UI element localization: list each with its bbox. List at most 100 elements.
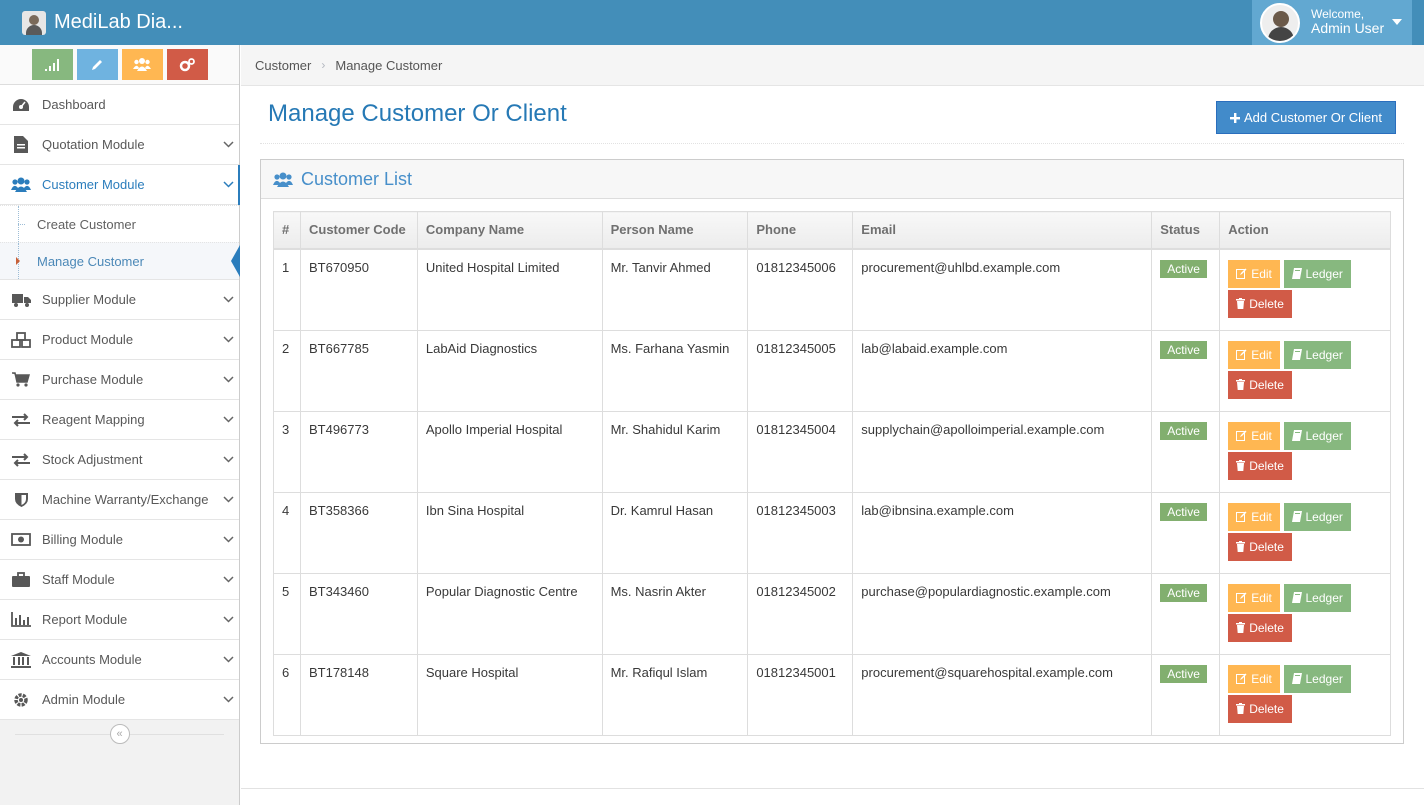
cell-company-name: Square Hospital	[416, 653, 603, 736]
delete-label: Delete	[1249, 539, 1284, 554]
delete-button[interactable]: Delete	[1228, 370, 1292, 399]
trash-icon	[1236, 379, 1246, 390]
edit-button[interactable]: Edit	[1228, 583, 1280, 612]
edit-button[interactable]: Edit	[1228, 421, 1280, 450]
avatar	[1260, 2, 1300, 43]
delete-button[interactable]: Delete	[1228, 613, 1292, 642]
cell-company-name: United Hospital Limited	[416, 248, 603, 331]
users-shortcut-button[interactable]	[121, 49, 163, 80]
sidebar: Dashboard Quotation Module Customer Modu…	[0, 45, 240, 805]
sidebar-subitem-manage-customer[interactable]: Manage Customer	[0, 242, 240, 279]
dashboard-icon	[0, 97, 42, 113]
edit-label: Edit	[1251, 428, 1272, 443]
pencil-shortcut-button[interactable]	[76, 49, 118, 80]
ledger-label: Ledger	[1305, 590, 1343, 605]
edit-icon	[1236, 268, 1247, 279]
pencil-icon	[91, 60, 102, 70]
sidebar-shortcuts	[0, 45, 239, 85]
brand[interactable]: MediLab Dia...	[22, 0, 183, 45]
user-menu[interactable]: Welcome, Admin User	[1252, 0, 1412, 45]
edit-button[interactable]: Edit	[1228, 502, 1280, 531]
widget-title: Customer List	[301, 168, 413, 189]
ledger-label: Ledger	[1305, 266, 1343, 281]
cell-email: purchase@populardiagnostic.example.com	[852, 572, 1153, 655]
chevron-down-icon	[217, 456, 239, 463]
delete-button[interactable]: Delete	[1228, 289, 1292, 318]
book-icon	[1291, 673, 1302, 684]
trash-icon	[1236, 703, 1246, 714]
cell-customer-code: BT358366	[299, 491, 418, 574]
cell-phone: 01812345006	[747, 248, 854, 331]
ledger-button[interactable]: Ledger	[1283, 502, 1351, 531]
edit-button[interactable]: Edit	[1228, 340, 1280, 369]
ledger-button[interactable]: Ledger	[1283, 583, 1351, 612]
chevron-down-icon	[217, 376, 239, 383]
delete-button[interactable]: Delete	[1228, 451, 1292, 480]
sidebar-item-label: Product Module	[42, 332, 134, 347]
exchange-icon	[0, 412, 42, 427]
double-angle-left-icon[interactable]: «	[109, 724, 130, 744]
cog-icon	[0, 692, 42, 708]
sidebar-item-product[interactable]: Product Module	[0, 320, 239, 360]
user-name: Admin User	[1311, 20, 1385, 37]
cell-email: procurement@squarehospital.example.com	[852, 653, 1153, 736]
chevron-down-icon	[217, 576, 239, 583]
status-badge: Active	[1160, 583, 1207, 602]
cell-customer-code: BT667785	[299, 329, 418, 412]
sidebar-item-purchase[interactable]: Purchase Module	[0, 360, 239, 400]
sidebar-nav: Dashboard Quotation Module Customer Modu…	[0, 85, 240, 720]
ledger-button[interactable]: Ledger	[1283, 421, 1351, 450]
sidebar-item-label: Purchase Module	[42, 372, 144, 387]
sidebar-item-machine-warranty[interactable]: Machine Warranty/Exchange	[0, 480, 239, 520]
edit-icon	[1236, 430, 1247, 441]
sidebar-item-label: Dashboard	[42, 97, 106, 112]
trash-icon	[1236, 298, 1246, 309]
cell-action: Edit Ledger Delete	[1219, 329, 1391, 412]
column-header: Phone	[747, 211, 854, 250]
cell-status: Active	[1151, 572, 1221, 655]
widget-header: Customer List	[261, 160, 1403, 199]
delete-button[interactable]: Delete	[1228, 532, 1292, 561]
delete-label: Delete	[1249, 701, 1284, 716]
breadcrumb-item-customer[interactable]: Customer	[255, 58, 311, 73]
sidebar-item-billing[interactable]: Billing Module	[0, 520, 239, 560]
edit-button[interactable]: Edit	[1228, 259, 1280, 288]
cell-person-name: Dr. Kamrul Hasan	[601, 491, 749, 574]
chevron-down-icon	[217, 141, 239, 148]
add-customer-button[interactable]: Add Customer Or Client	[1216, 101, 1396, 134]
sidebar-item-accounts[interactable]: Accounts Module	[0, 640, 239, 680]
briefcase-icon	[0, 572, 42, 587]
cell-email: supplychain@apolloimperial.example.com	[852, 410, 1153, 493]
ledger-button[interactable]: Ledger	[1283, 259, 1351, 288]
sidebar-item-label: Quotation Module	[42, 137, 145, 152]
cell-action: Edit Ledger Delete	[1219, 248, 1391, 331]
sidebar-item-admin[interactable]: Admin Module	[0, 680, 239, 720]
table-row: 6 BT178148 Square Hospital Mr. Rafiqul I…	[273, 653, 1391, 736]
sidebar-item-staff[interactable]: Staff Module	[0, 560, 239, 600]
cell-customer-code: BT496773	[299, 410, 418, 493]
ledger-label: Ledger	[1305, 671, 1343, 686]
cell-company-name: Popular Diagnostic Centre	[416, 572, 603, 655]
sidebar-item-stock-adjustment[interactable]: Stock Adjustment	[0, 440, 239, 480]
sidebar-item-supplier[interactable]: Supplier Module	[0, 280, 239, 320]
cell-email: lab@ibnsina.example.com	[852, 491, 1153, 574]
ledger-button[interactable]: Ledger	[1283, 664, 1351, 693]
cogs-shortcut-button[interactable]	[166, 49, 208, 80]
cell-action: Edit Ledger Delete	[1219, 410, 1391, 493]
sidebar-subitem-create-customer[interactable]: Create Customer	[0, 205, 239, 242]
status-badge: Active	[1160, 259, 1207, 278]
status-badge: Active	[1160, 664, 1207, 683]
ledger-button[interactable]: Ledger	[1283, 340, 1351, 369]
sidebar-item-customer[interactable]: Customer Module	[0, 165, 240, 205]
cell-index: 2	[273, 329, 301, 412]
footer-divider	[241, 788, 1424, 789]
sidebar-item-quotation[interactable]: Quotation Module	[0, 125, 239, 165]
cell-phone: 01812345005	[747, 329, 854, 412]
edit-button[interactable]: Edit	[1228, 664, 1280, 693]
sidebar-item-dashboard[interactable]: Dashboard	[0, 85, 239, 125]
sidebar-item-report[interactable]: Report Module	[0, 600, 239, 640]
delete-button[interactable]: Delete	[1228, 694, 1292, 723]
sidebar-item-reagent-mapping[interactable]: Reagent Mapping	[0, 400, 239, 440]
customer-submenu: Create Customer Manage Customer	[0, 205, 240, 280]
signal-shortcut-button[interactable]	[31, 49, 73, 80]
